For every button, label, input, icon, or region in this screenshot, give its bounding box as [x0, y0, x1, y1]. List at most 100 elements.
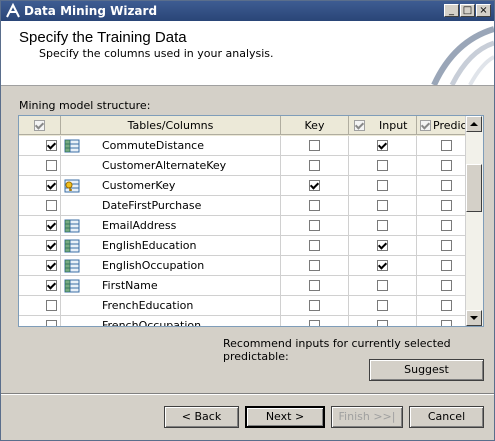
- input-cell: [349, 296, 417, 316]
- input-cell: [349, 236, 417, 256]
- key-checkbox[interactable]: [309, 140, 320, 151]
- predictable-checkbox[interactable]: [441, 240, 452, 251]
- input-checkbox[interactable]: [377, 240, 388, 251]
- predictable-cell: [417, 216, 467, 236]
- column-icon: [64, 279, 80, 296]
- table-row[interactable]: CustomerKey: [19, 176, 467, 196]
- column-icon: [64, 259, 80, 276]
- select-checkbox[interactable]: [46, 200, 57, 211]
- column-name: CommuteDistance: [102, 139, 204, 152]
- select-cell: [19, 316, 61, 326]
- predictable-checkbox[interactable]: [441, 260, 452, 271]
- maximize-button[interactable]: □: [460, 4, 475, 17]
- column-icon: [64, 139, 80, 156]
- arrow-down-icon: [470, 316, 478, 320]
- vertical-scrollbar[interactable]: [465, 116, 483, 326]
- predictable-checkbox[interactable]: [441, 220, 452, 231]
- predictable-checkbox[interactable]: [441, 140, 452, 151]
- table-row[interactable]: EnglishEducation: [19, 236, 467, 256]
- select-checkbox[interactable]: [46, 260, 57, 271]
- next-button[interactable]: Next >: [245, 406, 325, 428]
- select-checkbox[interactable]: [46, 220, 57, 231]
- input-checkbox[interactable]: [377, 280, 388, 291]
- title-bar[interactable]: Data Mining Wizard _ □ ×: [1, 1, 494, 21]
- key-checkbox[interactable]: [309, 240, 320, 251]
- header-key[interactable]: Key: [281, 116, 349, 135]
- input-checkbox[interactable]: [377, 260, 388, 271]
- input-checkbox[interactable]: [377, 200, 388, 211]
- header-graphic-icon: [431, 26, 494, 85]
- select-checkbox[interactable]: [46, 300, 57, 311]
- input-cell: [349, 216, 417, 236]
- select-checkbox[interactable]: [46, 160, 57, 171]
- column-name: EnglishEducation: [102, 239, 197, 252]
- select-cell: [19, 276, 61, 296]
- predictable-all-checkbox[interactable]: [420, 120, 431, 131]
- predictable-cell: [417, 256, 467, 276]
- key-checkbox[interactable]: [309, 200, 320, 211]
- minimize-button[interactable]: _: [444, 4, 459, 17]
- table-row[interactable]: DateFirstPurchase: [19, 196, 467, 216]
- key-checkbox[interactable]: [309, 300, 320, 311]
- column-name: CustomerAlternateKey: [102, 159, 227, 172]
- input-all-checkbox[interactable]: [354, 120, 365, 131]
- select-cell: [19, 216, 61, 236]
- select-checkbox[interactable]: [46, 180, 57, 191]
- predictable-checkbox[interactable]: [441, 280, 452, 291]
- header-input[interactable]: Input: [349, 116, 417, 135]
- select-checkbox[interactable]: [46, 240, 57, 251]
- scroll-up-button[interactable]: [466, 116, 482, 132]
- select-checkbox[interactable]: [46, 320, 57, 326]
- key-cell: [281, 296, 349, 316]
- key-checkbox[interactable]: [309, 280, 320, 291]
- select-all-checkbox[interactable]: [34, 120, 45, 131]
- back-button[interactable]: < Back: [164, 406, 239, 428]
- key-checkbox[interactable]: [309, 260, 320, 271]
- suggest-button[interactable]: Suggest: [369, 359, 484, 381]
- header-predictable[interactable]: Predic...: [417, 116, 477, 135]
- table-row[interactable]: EmailAddress: [19, 216, 467, 236]
- table-row[interactable]: CustomerAlternateKey: [19, 156, 467, 176]
- input-checkbox[interactable]: [377, 220, 388, 231]
- page-title: Specify the Training Data: [19, 29, 187, 46]
- predictable-cell: [417, 176, 467, 196]
- predictable-checkbox[interactable]: [441, 160, 452, 171]
- select-cell: [19, 236, 61, 256]
- predictable-cell: [417, 276, 467, 296]
- predictable-checkbox[interactable]: [441, 200, 452, 211]
- scroll-thumb[interactable]: [466, 164, 482, 212]
- key-checkbox[interactable]: [309, 180, 320, 191]
- key-checkbox[interactable]: [309, 320, 320, 326]
- select-cell: [19, 176, 61, 196]
- table-row[interactable]: FirstName: [19, 276, 467, 296]
- table-row[interactable]: CommuteDistance: [19, 136, 467, 156]
- input-checkbox[interactable]: [377, 300, 388, 311]
- input-checkbox[interactable]: [377, 320, 388, 326]
- predictable-checkbox[interactable]: [441, 320, 452, 326]
- footer-divider: [1, 393, 494, 395]
- column-icon: [64, 219, 80, 236]
- input-checkbox[interactable]: [377, 180, 388, 191]
- select-cell: [19, 296, 61, 316]
- key-checkbox[interactable]: [309, 220, 320, 231]
- finish-button[interactable]: Finish >>|: [331, 406, 403, 428]
- key-cell: [281, 136, 349, 156]
- input-checkbox[interactable]: [377, 140, 388, 151]
- select-checkbox[interactable]: [46, 280, 57, 291]
- columns-grid: Tables/Columns Key Input Predic... Commu…: [18, 115, 484, 327]
- close-button[interactable]: ×: [476, 4, 491, 17]
- select-checkbox[interactable]: [46, 140, 57, 151]
- key-checkbox[interactable]: [309, 160, 320, 171]
- predictable-checkbox[interactable]: [441, 180, 452, 191]
- scroll-down-button[interactable]: [466, 310, 482, 326]
- column-name: DateFirstPurchase: [102, 199, 202, 212]
- table-row[interactable]: FrenchEducation: [19, 296, 467, 316]
- cancel-button[interactable]: Cancel: [409, 406, 484, 428]
- predictable-cell: [417, 156, 467, 176]
- table-row[interactable]: EnglishOccupation: [19, 256, 467, 276]
- table-row[interactable]: FrenchOccupation: [19, 316, 467, 326]
- input-cell: [349, 176, 417, 196]
- header-tables-columns[interactable]: Tables/Columns: [61, 116, 281, 135]
- input-checkbox[interactable]: [377, 160, 388, 171]
- predictable-checkbox[interactable]: [441, 300, 452, 311]
